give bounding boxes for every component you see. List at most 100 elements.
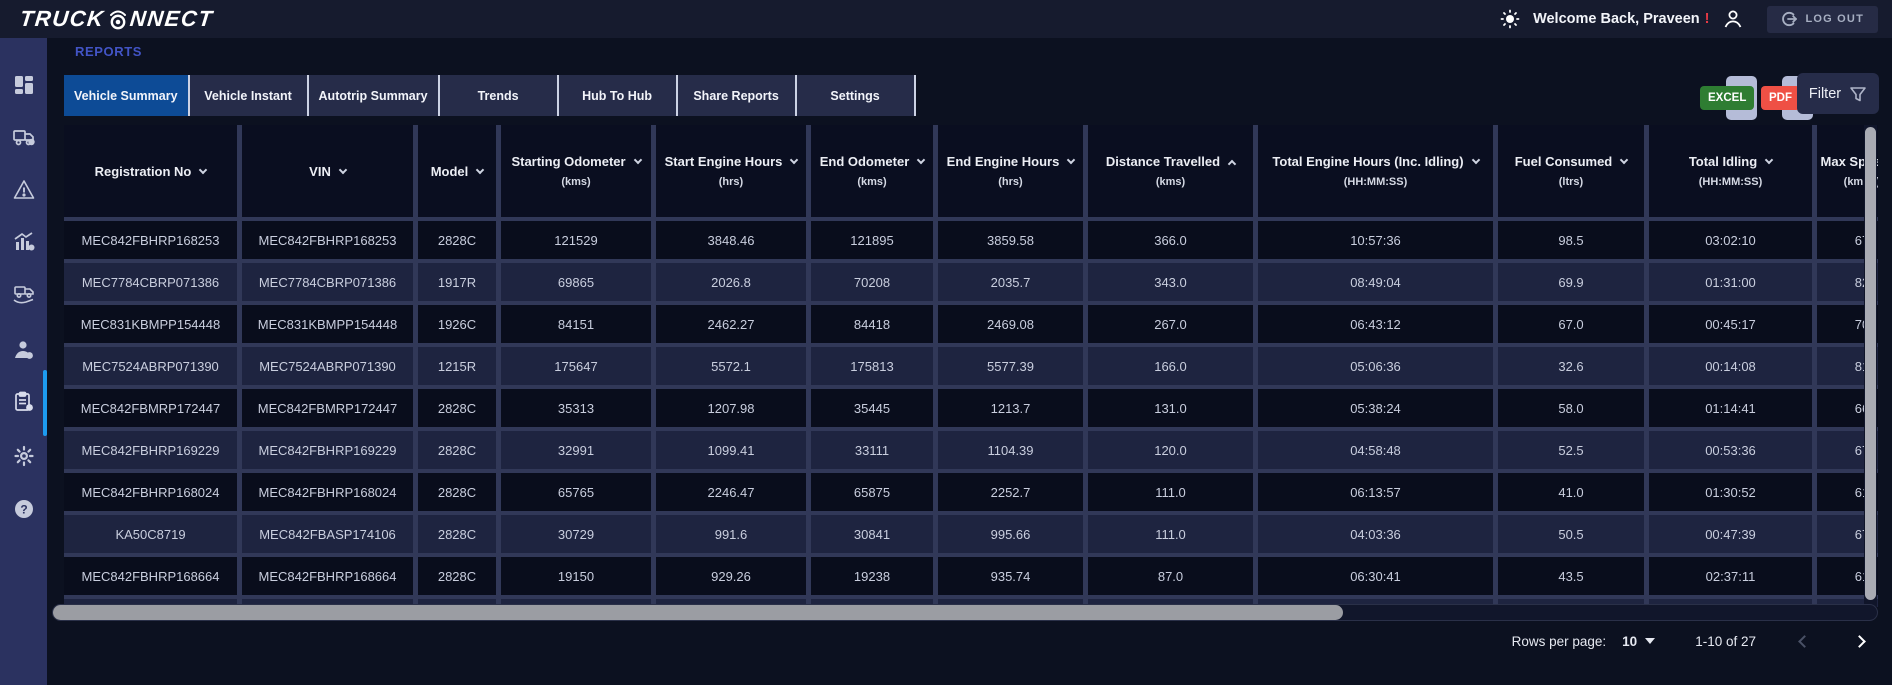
table-cell: MEC7524ABRP071390 (64, 347, 237, 385)
table-cell: 166.0 (1088, 347, 1253, 385)
column-label: Total Idling (1689, 154, 1757, 169)
table-cell: MEC842FBHRP168024 (242, 473, 413, 511)
column-header-end-odometer[interactable]: End Odometer(kms) (811, 125, 933, 217)
table-cell: 929.26 (656, 557, 806, 595)
vertical-scrollbar-thumb[interactable] (1865, 127, 1876, 600)
table-cell: 00:53:36 (1649, 431, 1812, 469)
table-cell: 1099.41 (656, 431, 806, 469)
column-header-starting-odometer[interactable]: Starting Odometer(kms) (501, 125, 651, 217)
table-cell: 267.0 (1088, 305, 1253, 343)
column-header-model[interactable]: Model (418, 125, 496, 217)
column-header-total-engine-hours-inc-idling-[interactable]: Total Engine Hours (Inc. Idling)(HH:MM:S… (1258, 125, 1493, 217)
table-cell: 121529 (501, 221, 651, 259)
previous-page-button[interactable] (1798, 635, 1811, 648)
table-cell: MEC7784CBRP071386 (64, 263, 237, 301)
table-cell: 5577.39 (938, 347, 1083, 385)
app-logo: TRUCK NNECT (20, 6, 213, 32)
table-cell: 05:06:36 (1258, 347, 1493, 385)
sort-chevron-down-icon (1067, 156, 1075, 164)
table-cell: 06:43:12 (1258, 305, 1493, 343)
driver-icon[interactable] (11, 337, 37, 363)
table-cell: 84418 (811, 305, 933, 343)
table-cell: 69865 (501, 263, 651, 301)
sort-chevron-down-icon (1765, 156, 1773, 164)
tab-vehicle-instant[interactable]: Vehicle Instant (190, 75, 309, 116)
welcome-text: Welcome Back, Praveen (1533, 11, 1700, 27)
svg-text:?: ? (20, 503, 27, 517)
rows-per-page-select[interactable]: 10 (1622, 634, 1655, 649)
column-label: Distance Travelled (1106, 154, 1220, 169)
column-unit: (kms) (1156, 176, 1185, 188)
column-label: Start Engine Hours (665, 154, 783, 169)
sort-chevron-up-icon (1228, 159, 1236, 167)
alerts-icon[interactable] (11, 177, 37, 203)
sort-chevron-down-icon (199, 165, 207, 173)
table-cell: 2246.47 (656, 473, 806, 511)
column-header-end-engine-hours[interactable]: End Engine Hours (hrs) (938, 125, 1083, 217)
vertical-scrollbar[interactable] (1864, 125, 1877, 607)
table-cell: MEC842FBHRP168253 (64, 221, 237, 259)
tab-trends[interactable]: Trends (440, 75, 559, 116)
logo-text-right: NNECT (128, 6, 214, 32)
excel-label: EXCEL (1700, 86, 1754, 110)
column-header-registration-no[interactable]: Registration No (64, 125, 237, 217)
vehicle-care-icon[interactable] (11, 281, 37, 307)
table-cell: 02:37:11 (1649, 557, 1812, 595)
user-icon[interactable] (1722, 8, 1744, 30)
column-header-fuel-consumed[interactable]: Fuel Consumed(ltrs) (1498, 125, 1644, 217)
tab-vehicle-summary[interactable]: Vehicle Summary (64, 75, 190, 116)
column-header-total-idling[interactable]: Total Idling(HH:MM:SS) (1649, 125, 1812, 217)
tab-settings[interactable]: Settings (797, 75, 916, 116)
table-cell: 10:57:36 (1258, 221, 1493, 259)
table-cell: 2828C (418, 389, 496, 427)
tab-share-reports[interactable]: Share Reports (678, 75, 797, 116)
column-unit: (hrs) (719, 176, 743, 188)
column-label: End Engine Hours (947, 154, 1060, 169)
table-cell: 00:47:39 (1649, 515, 1812, 553)
column-header-distance-travelled[interactable]: Distance Travelled (kms) (1088, 125, 1253, 217)
table-cell: MEC831KBMPP154448 (64, 305, 237, 343)
table-cell: 08:49:04 (1258, 263, 1493, 301)
filter-funnel-icon (1849, 85, 1867, 103)
column-label: Fuel Consumed (1515, 154, 1613, 169)
reports-icon[interactable] (11, 389, 37, 415)
logout-label: LOG OUT (1805, 13, 1864, 25)
brightness-icon[interactable] (1500, 9, 1520, 29)
table-cell: 01:30:52 (1649, 473, 1812, 511)
help-icon[interactable]: ? (11, 496, 37, 522)
horizontal-scrollbar-thumb[interactable] (53, 605, 1343, 620)
table-cell: 175647 (501, 347, 651, 385)
column-label: VIN (309, 164, 331, 179)
pdf-label: PDF (1761, 86, 1800, 110)
top-right-cluster: Welcome Back, Praveen! LOG OUT (1500, 6, 1878, 33)
table-cell: 58.0 (1498, 389, 1644, 427)
table-cell: 00:14:08 (1649, 347, 1812, 385)
table-cell: 52.5 (1498, 431, 1644, 469)
table-cell: 5572.1 (656, 347, 806, 385)
sidebar-nav: ? (0, 38, 47, 685)
table-cell: 35445 (811, 389, 933, 427)
table-cell: 35313 (501, 389, 651, 427)
settings-icon[interactable] (11, 443, 37, 469)
column-header-vin[interactable]: VIN (242, 125, 413, 217)
export-excel-button[interactable]: EXCEL (1700, 76, 1757, 122)
table-cell: MEC842FBHRP169229 (242, 431, 413, 469)
column-unit: (hrs) (998, 176, 1022, 188)
dashboard-icon[interactable] (11, 72, 37, 98)
trends-icon[interactable] (11, 229, 37, 255)
welcome-message: Welcome Back, Praveen! (1533, 11, 1709, 27)
logout-button[interactable]: LOG OUT (1767, 6, 1878, 33)
tab-hub-to-hub[interactable]: Hub To Hub (559, 75, 678, 116)
next-page-button[interactable] (1853, 635, 1866, 648)
table-cell: 2828C (418, 557, 496, 595)
table-cell: 33111 (811, 431, 933, 469)
table-cell: 343.0 (1088, 263, 1253, 301)
filter-button[interactable]: Filter (1797, 73, 1879, 114)
table-cell: MEC842FBASP174106 (242, 515, 413, 553)
tab-autotrip-summary[interactable]: Autotrip Summary (309, 75, 440, 116)
table-cell: 00:45:17 (1649, 305, 1812, 343)
horizontal-scrollbar[interactable] (52, 604, 1878, 621)
page-title: REPORTS (75, 44, 142, 59)
column-header-start-engine-hours[interactable]: Start Engine Hours (hrs) (656, 125, 806, 217)
truck-tracking-icon[interactable] (11, 124, 37, 150)
